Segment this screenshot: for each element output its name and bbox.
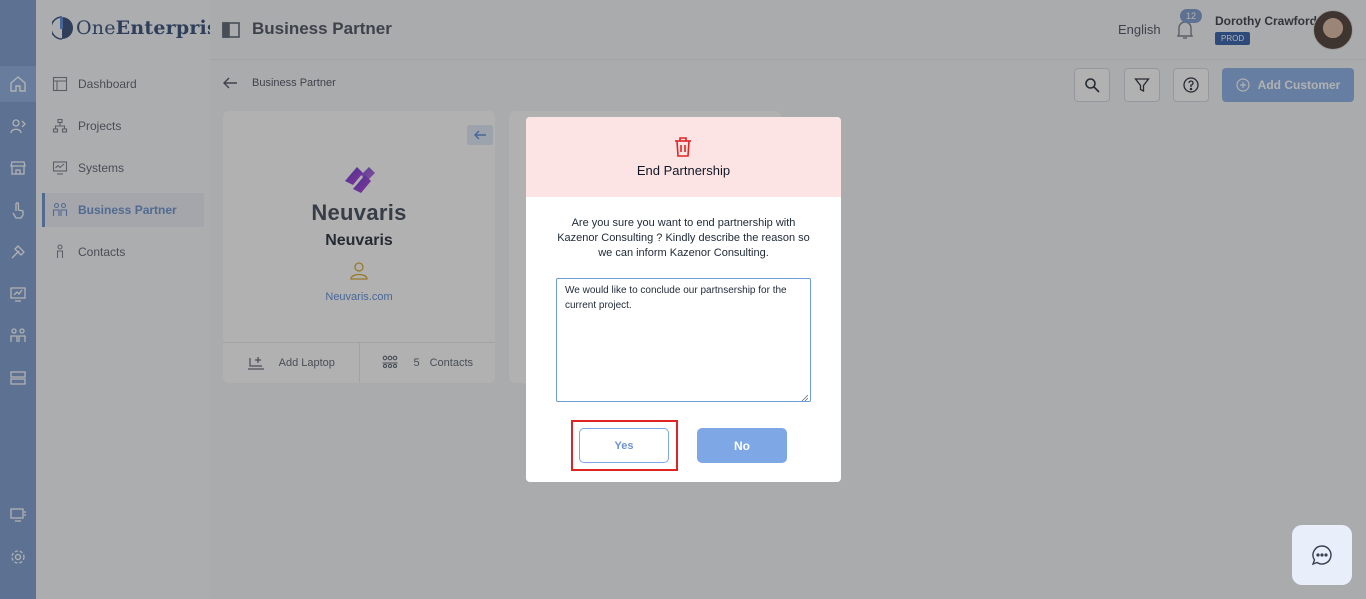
yes-button-highlight xyxy=(571,420,678,471)
dialog-message: Are you sure you want to end partnership… xyxy=(557,217,810,259)
dialog-header: End Partnership xyxy=(526,117,841,197)
trash-icon xyxy=(675,137,691,157)
dialog-title: End Partnership xyxy=(636,163,731,178)
chat-button[interactable] xyxy=(1292,525,1352,585)
no-button[interactable]: No xyxy=(697,428,787,463)
resize-grip-icon[interactable] xyxy=(801,394,808,401)
chat-bubble-icon xyxy=(1311,545,1332,566)
reason-textarea[interactable]: We would like to conclude our partnsersh… xyxy=(556,278,811,402)
